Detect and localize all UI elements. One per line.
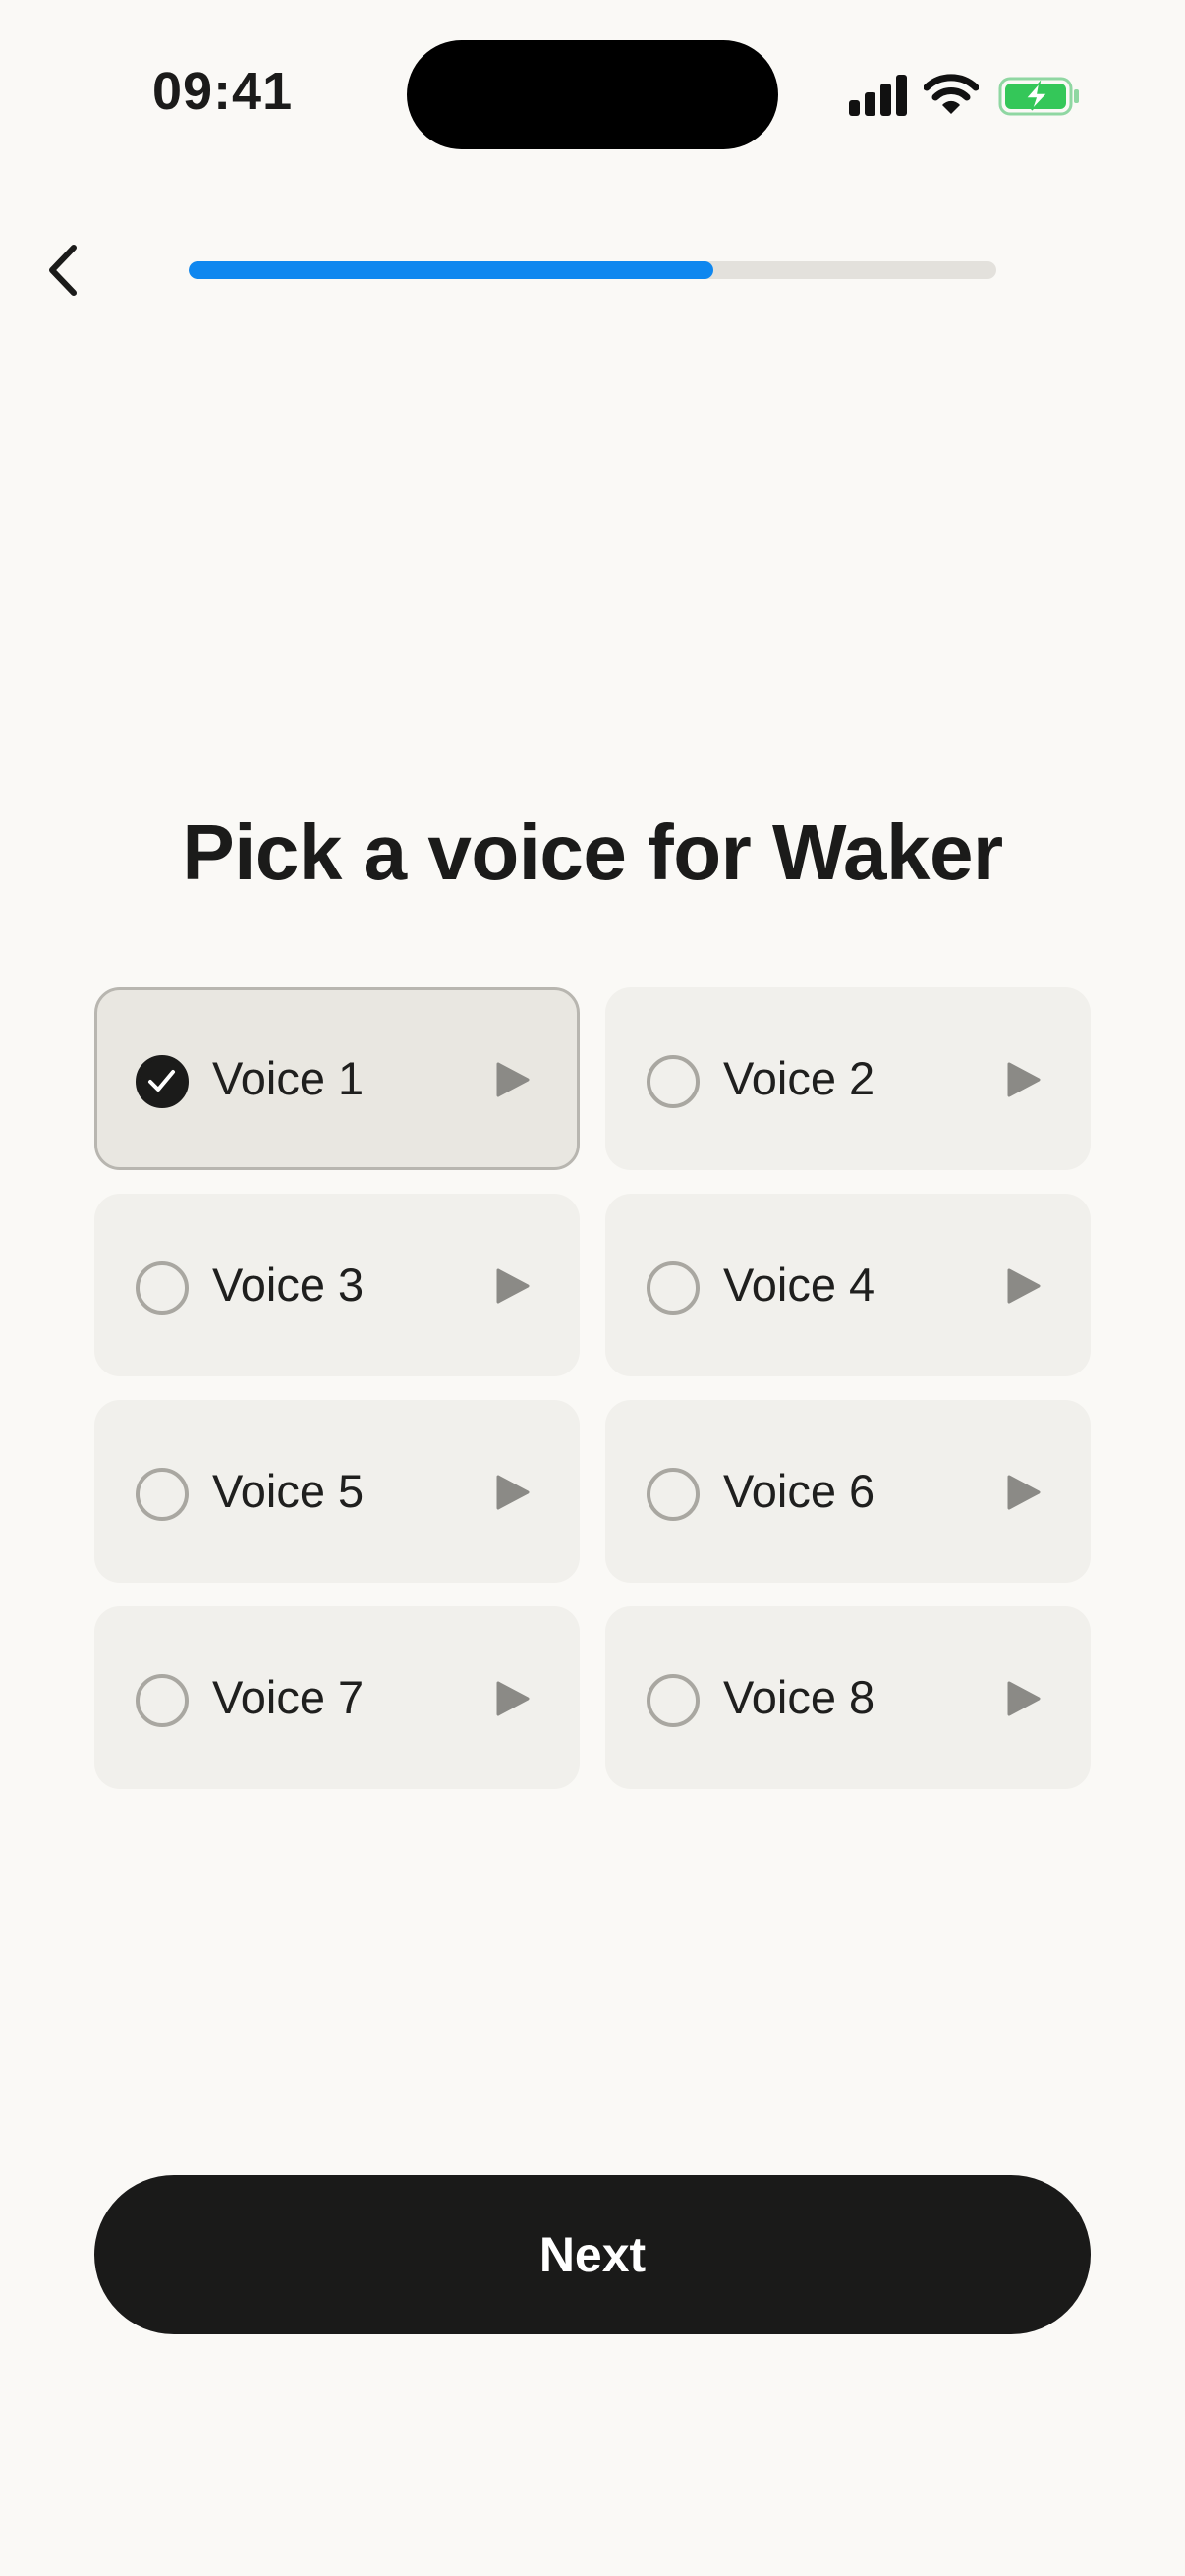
progress-bar	[189, 261, 996, 279]
radio-unchecked-icon[interactable]	[647, 1261, 700, 1315]
next-button[interactable]: Next	[94, 2175, 1091, 2334]
voice-option-4[interactable]: Voice 4	[605, 1194, 1091, 1376]
radio-unchecked-icon[interactable]	[647, 1674, 700, 1727]
voice-label: Voice 7	[212, 1671, 365, 1723]
voice-label: Voice 8	[723, 1671, 875, 1723]
play-icon[interactable]	[1003, 1679, 1043, 1718]
play-icon[interactable]	[492, 1679, 532, 1718]
back-button[interactable]	[29, 236, 98, 305]
radio-unchecked-icon[interactable]	[136, 1261, 189, 1315]
checkmark-icon	[148, 1070, 175, 1092]
voice-option-3[interactable]: Voice 3	[94, 1194, 580, 1376]
radio-unchecked-icon[interactable]	[136, 1674, 189, 1727]
play-icon[interactable]	[492, 1473, 532, 1512]
onboarding-header	[0, 216, 1185, 324]
radio-unchecked-icon[interactable]	[647, 1468, 700, 1521]
play-icon[interactable]	[1003, 1266, 1043, 1306]
voice-grid: Voice 1 Voice 2 Voice 3 Voice 4 Voice 5 Voice…	[94, 987, 1091, 1789]
voice-label: Voice 5	[212, 1465, 365, 1517]
wifi-icon	[923, 73, 980, 116]
play-icon[interactable]	[492, 1266, 532, 1306]
status-time: 09:41	[152, 62, 294, 121]
voice-label: Voice 2	[723, 1052, 875, 1104]
voice-label: Voice 6	[723, 1465, 875, 1517]
progress-fill	[189, 261, 714, 279]
voice-option-8[interactable]: Voice 8	[605, 1606, 1091, 1789]
chevron-left-icon	[49, 245, 77, 296]
play-icon[interactable]	[1003, 1473, 1043, 1512]
voice-option-5[interactable]: Voice 5	[94, 1400, 580, 1583]
voice-option-2[interactable]: Voice 2	[605, 987, 1091, 1170]
radio-unchecked-icon[interactable]	[647, 1055, 700, 1108]
voice-option-7[interactable]: Voice 7	[94, 1606, 580, 1789]
battery-charging-icon	[998, 77, 1081, 116]
voice-label: Voice 3	[212, 1259, 365, 1311]
voice-option-1[interactable]: Voice 1	[94, 987, 580, 1170]
voice-label: Voice 1	[212, 1052, 365, 1104]
radio-unchecked-icon[interactable]	[136, 1468, 189, 1521]
voice-option-6[interactable]: Voice 6	[605, 1400, 1091, 1583]
cellular-signal-icon	[849, 75, 908, 116]
status-bar: 09:41	[0, 0, 1185, 196]
page-title: Pick a voice for Waker	[182, 809, 1003, 896]
play-icon[interactable]	[492, 1060, 532, 1099]
voice-label: Voice 4	[723, 1259, 875, 1311]
dynamic-island	[407, 40, 778, 149]
play-icon[interactable]	[1003, 1060, 1043, 1099]
radio-checked-icon[interactable]	[136, 1055, 189, 1108]
